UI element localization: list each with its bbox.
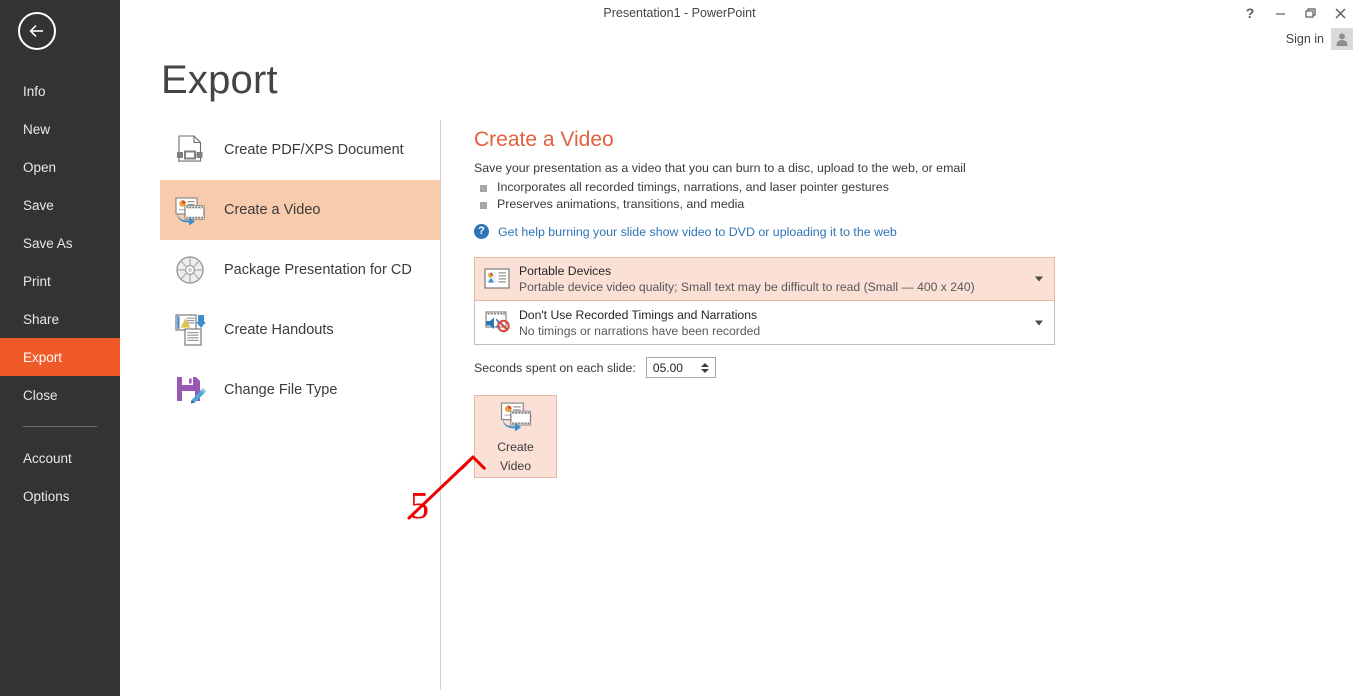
sidebar-item-export[interactable]: Export — [0, 338, 120, 376]
dropdown-text-block: Portable Devices Portable device video q… — [519, 264, 975, 294]
seconds-spinner[interactable]: 05.00 — [645, 357, 716, 378]
export-option-label: Create a Video — [224, 202, 321, 218]
account-avatar-icon[interactable] — [1331, 28, 1353, 50]
sidebar-item-save-as[interactable]: Save As — [0, 224, 120, 262]
spinner-up-icon[interactable] — [700, 362, 709, 367]
video-quality-icon — [475, 258, 519, 300]
detail-description: Save your presentation as a video that y… — [474, 161, 966, 175]
detail-bullet-item: Preserves animations, transitions, and m… — [480, 197, 1174, 211]
timings-narrations-dropdown[interactable]: Don't Use Recorded Timings and Narration… — [474, 301, 1055, 345]
question-mark-icon[interactable]: ? — [1235, 1, 1265, 25]
restore-icon[interactable] — [1295, 1, 1325, 25]
title-bar: Presentation1 - PowerPoint ? Sign in — [0, 0, 1359, 50]
annotation-number: 5 — [410, 485, 429, 527]
page-title: Export — [161, 58, 278, 102]
backstage-sidebar: Info New Open Save Save As Print Share E… — [0, 0, 120, 696]
export-option-label: Package Presentation for CD — [224, 262, 412, 278]
close-icon[interactable] — [1325, 1, 1355, 25]
detail-bullet-item: Incorporates all recorded timings, narra… — [480, 180, 1174, 194]
minimize-icon[interactable] — [1265, 1, 1295, 25]
spinner-buttons[interactable] — [698, 358, 715, 377]
create-video-icon — [499, 400, 533, 436]
dropdown-primary-text: Don't Use Recorded Timings and Narration… — [519, 307, 758, 322]
help-question-icon: ? — [474, 224, 489, 239]
help-link-text[interactable]: Get help burning your slide show video t… — [498, 225, 897, 239]
detail-bullet-text: Preserves animations, transitions, and m… — [497, 197, 745, 211]
cd-disc-icon — [168, 248, 212, 292]
sidebar-item-info[interactable]: Info — [0, 72, 120, 110]
sign-in-label[interactable]: Sign in — [1286, 32, 1324, 46]
dropdown-text-block: Don't Use Recorded Timings and Narration… — [519, 308, 760, 338]
create-handouts-icon — [168, 308, 212, 352]
sidebar-item-new[interactable]: New — [0, 110, 120, 148]
seconds-per-slide-row: Seconds spent on each slide: 05.00 — [474, 357, 1174, 378]
back-arrow-icon[interactable] — [18, 12, 56, 50]
dropdown-primary-text: Portable Devices — [519, 264, 612, 278]
window-title: Presentation1 - PowerPoint — [603, 6, 756, 20]
dropdown-secondary-text: No timings or narrations have been recor… — [519, 323, 761, 338]
sign-in-area[interactable]: Sign in — [1286, 28, 1353, 50]
export-option-create-video[interactable]: Create a Video — [160, 180, 440, 240]
create-video-button-label-line2: Video — [500, 458, 531, 473]
export-option-label: Create PDF/XPS Document — [224, 142, 404, 158]
video-settings-dropdowns: Portable Devices Portable device video q… — [474, 257, 1055, 345]
video-quality-dropdown[interactable]: Portable Devices Portable device video q… — [474, 257, 1055, 301]
change-file-type-icon — [168, 368, 212, 412]
export-option-change-file-type[interactable]: Change File Type — [160, 360, 440, 420]
chevron-down-icon[interactable] — [1035, 320, 1043, 325]
create-video-detail-panel: Create a Video Save your presentation as… — [474, 128, 1174, 478]
pdf-document-icon — [168, 128, 212, 172]
export-option-label: Change File Type — [224, 382, 338, 398]
create-video-button-label-line1: Create — [497, 439, 534, 454]
export-options-list: Create PDF/XPS Document Create a Video P… — [160, 120, 440, 420]
seconds-label: Seconds spent on each slide: — [474, 360, 636, 375]
detail-bullet-text: Incorporates all recorded timings, narra… — [497, 180, 889, 194]
export-option-label: Create Handouts — [224, 322, 334, 338]
export-option-create-handouts[interactable]: Create Handouts — [160, 300, 440, 360]
sidebar-item-options[interactable]: Options — [0, 477, 120, 515]
sidebar-item-account[interactable]: Account — [0, 439, 120, 477]
chevron-down-icon[interactable] — [1035, 276, 1043, 282]
sidebar-item-print[interactable]: Print — [0, 262, 120, 300]
detail-title: Create a Video — [474, 128, 614, 151]
window-controls: ? — [1235, 0, 1355, 26]
help-link-row[interactable]: ? Get help burning your slide show video… — [474, 224, 1174, 239]
sidebar-item-share[interactable]: Share — [0, 300, 120, 338]
sidebar-nav-list: Info New Open Save Save As Print Share E… — [0, 72, 120, 515]
powerpoint-export-backstage: Presentation1 - PowerPoint ? Sign in Inf… — [0, 0, 1359, 696]
dropdown-secondary-text: Portable device video quality; Small tex… — [519, 280, 975, 294]
spinner-down-icon[interactable] — [700, 368, 709, 373]
export-option-create-pdf[interactable]: Create PDF/XPS Document — [160, 120, 440, 180]
square-bullet-icon — [480, 202, 487, 209]
create-video-button[interactable]: Create Video — [474, 395, 557, 478]
sidebar-item-close[interactable]: Close — [0, 376, 120, 414]
column-divider — [440, 120, 441, 690]
create-video-icon — [168, 188, 212, 232]
sidebar-item-save[interactable]: Save — [0, 186, 120, 224]
seconds-input[interactable]: 05.00 — [647, 358, 698, 377]
sidebar-item-open[interactable]: Open — [0, 148, 120, 186]
sidebar-divider — [23, 426, 97, 427]
no-narration-icon — [475, 302, 519, 344]
square-bullet-icon — [480, 185, 487, 192]
export-option-package-cd[interactable]: Package Presentation for CD — [160, 240, 440, 300]
